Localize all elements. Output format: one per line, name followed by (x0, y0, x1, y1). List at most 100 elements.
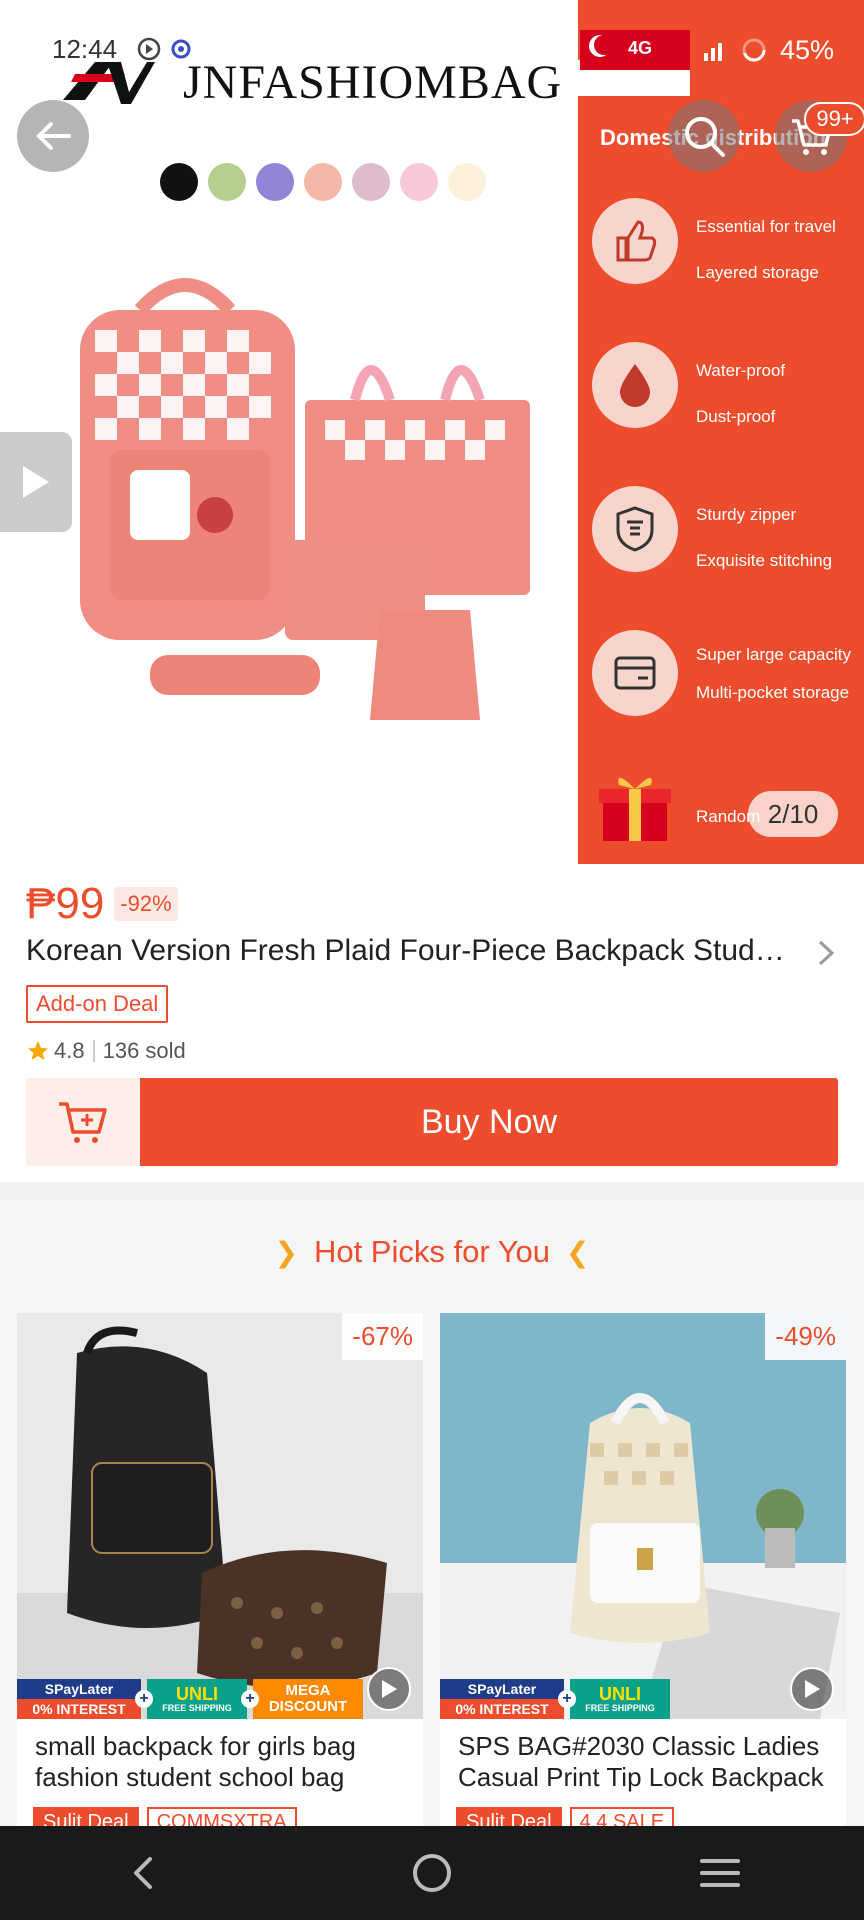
feature-text: Sturdy zipper Exquisite stitching (696, 492, 832, 584)
brand-logo-icon (63, 62, 155, 104)
card-title: small backpack for girls bag fashion stu… (35, 1731, 356, 1792)
product-title-row[interactable]: Korean Version Fresh Plaid Four-Piece Ba… (26, 934, 838, 968)
card-discount-badge: -67% (342, 1313, 423, 1360)
image-counter: 2/10 (748, 791, 838, 837)
color-swatches (160, 163, 486, 201)
buy-now-button[interactable]: Buy Now (140, 1078, 838, 1166)
play-icon (23, 466, 49, 498)
star-icon (28, 1041, 48, 1060)
promo-text: 0% INTEREST (32, 1701, 126, 1717)
sold-count: 136 sold (102, 1038, 186, 1063)
rating-row: 4.8 136 sold (26, 1038, 186, 1064)
video-play-button[interactable] (790, 1667, 834, 1711)
promo-subtext: FREE SHIPPING (585, 1702, 655, 1713)
product-card[interactable]: -67% SPayLater 0% INTEREST + UNLI FREE S… (17, 1313, 423, 1853)
water-drop-icon (592, 342, 678, 428)
card-title: SPS BAG#2030 Classic Ladies Casual Print… (458, 1731, 824, 1792)
divider (92, 1040, 95, 1062)
system-nav-bar (0, 1826, 864, 1920)
quality-shield-icon (592, 486, 678, 572)
arrow-left-icon (37, 122, 71, 150)
feature-text: Water-proof Dust-proof (696, 348, 785, 440)
rating-value: 4.8 (54, 1038, 85, 1063)
flag-white-band (578, 60, 690, 96)
feature-line: Dust-proof (696, 407, 776, 426)
color-swatch[interactable] (208, 163, 246, 201)
promo-text: 0% INTEREST (455, 1701, 549, 1717)
product-card[interactable]: -49% SPayLater 0% INTEREST + UNLI FREE S… (440, 1313, 846, 1853)
nav-home-button[interactable] (392, 1833, 472, 1913)
feature-line: Water-proof (696, 361, 786, 380)
promo-text: SPayLater (467, 1681, 537, 1697)
feature-item: Essential for travel Layered storage (592, 198, 862, 318)
product-image-backpack-set (80, 278, 530, 720)
feature-line: Exquisite stitching (696, 551, 833, 570)
free-shipping-promo: UNLI FREE SHIPPING (570, 1679, 670, 1719)
promo-text: UNLI (599, 1683, 641, 1704)
color-swatch[interactable] (304, 163, 342, 201)
feature-line: Multi-pocket storage (696, 683, 850, 702)
search-icon (685, 117, 725, 157)
video-play-button[interactable] (367, 1667, 411, 1711)
search-button[interactable] (668, 100, 740, 172)
spaylater-promo: SPayLater 0% INTEREST (440, 1679, 564, 1719)
color-swatch[interactable] (400, 163, 438, 201)
feature-item: Sturdy zipper Exquisite stitching (592, 486, 862, 606)
price-row: ₱99 -92% (26, 879, 178, 929)
feature-item: Water-proof Dust-proof (592, 342, 862, 462)
plus-icon: + (135, 1690, 153, 1708)
home-circle-icon (413, 1854, 451, 1892)
product-info: ₱99 -92% Korean Version Fresh Plaid Four… (0, 864, 864, 1182)
play-icon (805, 1680, 820, 1698)
promo-banner: SPayLater 0% INTEREST + UNLI FREE SHIPPI… (440, 1679, 670, 1719)
nav-back-button[interactable] (104, 1833, 184, 1913)
free-shipping-promo: UNLI FREE SHIPPING (147, 1679, 247, 1719)
decoration-left-icon: ❯ (274, 1236, 298, 1268)
brand-header: JNFASHIOMBAG (55, 52, 562, 112)
color-swatch[interactable] (448, 163, 486, 201)
add-to-cart-button[interactable] (26, 1078, 140, 1166)
nav-recents-button[interactable] (680, 1833, 760, 1913)
product-title: Korean Version Fresh Plaid Four-Piece Ba… (26, 934, 796, 967)
thumbs-up-icon (592, 198, 678, 284)
decoration-right-icon: ❮ (566, 1236, 590, 1268)
hot-picks-section: ❯ Hot Picks for You ❮ -67% SPayLater 0% … (0, 1200, 864, 1853)
feature-line: Super large capacity (696, 645, 851, 664)
feature-line: Layered storage (696, 263, 819, 282)
plus-icon: + (558, 1690, 576, 1708)
color-swatch[interactable] (256, 163, 294, 201)
product-card-image: -67% SPayLater 0% INTEREST + UNLI FREE S… (17, 1313, 423, 1719)
color-swatch[interactable] (160, 163, 198, 201)
spaylater-promo: SPayLater 0% INTEREST (17, 1679, 141, 1719)
feature-item: Super large capacity Multi-pocket storag… (592, 630, 862, 750)
feature-text: Essential for travel Layered storage (696, 204, 836, 296)
product-screen: JNFASHIOMBAG Domestic distribution Essen… (0, 0, 864, 1920)
feature-line: Essential for travel (696, 217, 836, 236)
purchase-actions: Buy Now (26, 1078, 838, 1166)
product-card-image: -49% SPayLater 0% INTEREST + UNLI FREE S… (440, 1313, 846, 1719)
gift-box-icon (592, 764, 678, 850)
feature-text: Super large capacity Multi-pocket storag… (696, 636, 851, 712)
video-play-tab[interactable] (0, 432, 72, 532)
promo-subtext: FREE SHIPPING (162, 1702, 232, 1713)
promo-text: DISCOUNT (268, 1698, 348, 1715)
promo-text: SPayLater (44, 1681, 114, 1697)
promo-banner: SPayLater 0% INTEREST + UNLI FREE SHIPPI… (17, 1679, 363, 1719)
promo-text: UNLI (176, 1683, 218, 1704)
feature-line: Sturdy zipper (696, 505, 797, 524)
wallet-card-icon (592, 630, 678, 716)
back-button[interactable] (17, 100, 89, 172)
hot-picks-heading: Hot Picks for You (313, 1234, 551, 1269)
add-to-cart-icon (59, 1102, 107, 1143)
color-swatch[interactable] (352, 163, 390, 201)
add-on-deal-tag[interactable]: Add-on Deal (26, 985, 169, 1023)
product-price: ₱99 (26, 879, 105, 928)
product-image-white-backpack (440, 1313, 846, 1719)
product-image-black-backpack (17, 1313, 423, 1719)
brand-name: JNFASHIOMBAG (183, 55, 563, 109)
discount-badge: -92% (114, 887, 178, 921)
mega-discount-promo: MEGA DISCOUNT (253, 1679, 363, 1719)
cart-count-badge: 99+ (804, 102, 864, 136)
menu-icon (700, 1859, 740, 1887)
plus-icon: + (241, 1690, 259, 1708)
